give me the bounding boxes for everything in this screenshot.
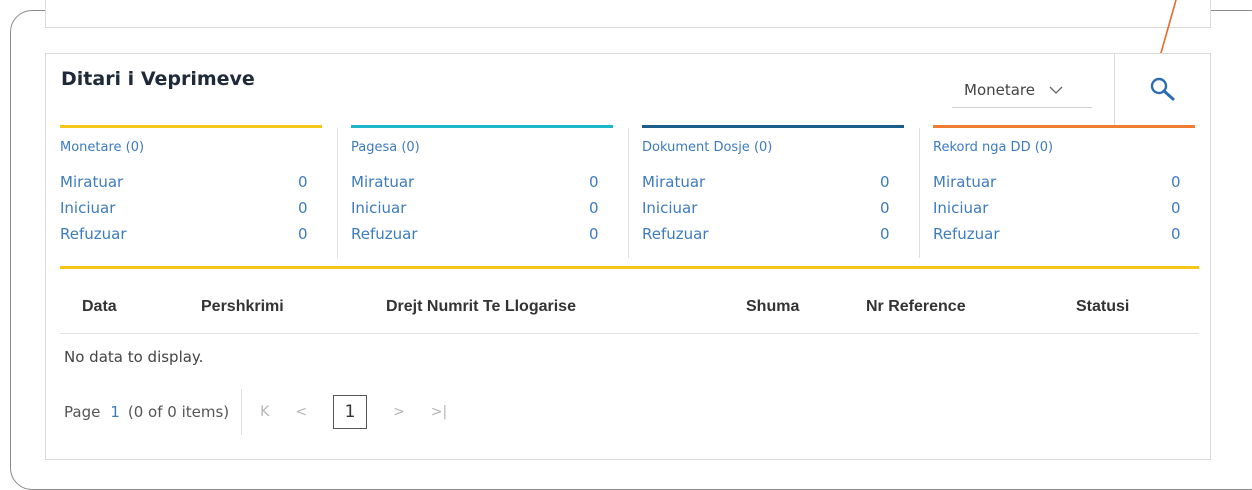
column-header-statusi[interactable]: Statusi	[1076, 298, 1129, 316]
summary-row-refuzuar[interactable]: Refuzuar 0	[642, 221, 904, 247]
page-label: Page	[64, 403, 101, 421]
column-header-pershkrimi[interactable]: Pershkrimi	[201, 298, 284, 316]
empty-table-message: No data to display.	[64, 348, 204, 366]
summary-row-refuzuar[interactable]: Refuzuar 0	[933, 221, 1195, 247]
next-page-icon[interactable]: >	[393, 404, 405, 420]
table-header-divider	[60, 333, 1199, 334]
row-label: Refuzuar	[60, 225, 127, 243]
toolbar-divider	[1114, 54, 1115, 125]
summary-bar	[351, 125, 613, 128]
column-divider	[919, 128, 920, 258]
upper-panel	[45, 0, 1211, 28]
items-summary: (0 of 0 items)	[127, 403, 230, 421]
row-label: Iniciuar	[933, 199, 989, 217]
row-label: Miratuar	[351, 173, 415, 191]
column-header-llogaria[interactable]: Drejt Numrit Te Llogarise	[386, 298, 576, 316]
summary-row-refuzuar[interactable]: Refuzuar 0	[351, 221, 613, 247]
column-header-data[interactable]: Data	[82, 298, 117, 316]
summary-row-iniciuar[interactable]: Iniciuar 0	[642, 195, 904, 221]
summary-row-miratuar[interactable]: Miratuar 0	[351, 169, 613, 195]
row-value: 0	[880, 199, 890, 217]
row-value: 0	[589, 199, 599, 217]
pager-divider	[241, 389, 243, 435]
row-value: 0	[1171, 225, 1181, 243]
search-icon[interactable]	[1148, 75, 1176, 103]
row-label: Iniciuar	[351, 199, 407, 217]
summary-header-link[interactable]: Pagesa (0)	[351, 140, 613, 155]
summary-row-iniciuar[interactable]: Iniciuar 0	[351, 195, 613, 221]
summary-monetare: Monetare (0) Miratuar 0 Iniciuar 0 Refuzua…	[60, 125, 322, 247]
row-label: Refuzuar	[933, 225, 1000, 243]
table-top-rule	[60, 266, 1199, 269]
summary-header-link[interactable]: Dokument Dosje (0)	[642, 140, 904, 155]
row-value: 0	[880, 173, 890, 191]
summary-header-link[interactable]: Monetare (0)	[60, 140, 322, 155]
column-divider	[337, 128, 338, 258]
last-page-icon[interactable]: >|	[431, 404, 447, 420]
row-value: 0	[298, 173, 308, 191]
summary-bar	[60, 125, 322, 128]
row-value: 0	[880, 225, 890, 243]
summary-row-refuzuar[interactable]: Refuzuar 0	[60, 221, 322, 247]
row-label: Refuzuar	[642, 225, 709, 243]
summary-rekord-dd: Rekord nga DD (0) Miratuar 0 Iniciuar 0 Re…	[933, 125, 1195, 247]
current-page-button[interactable]: 1	[333, 395, 368, 429]
row-label: Miratuar	[642, 173, 706, 191]
row-label: Miratuar	[933, 173, 997, 191]
summary-bar	[933, 125, 1195, 128]
row-label: Refuzuar	[351, 225, 418, 243]
row-value: 0	[589, 225, 599, 243]
type-filter-dropdown[interactable]: Monetare	[952, 72, 1092, 108]
row-label: Iniciuar	[60, 199, 116, 217]
prev-page-icon[interactable]: <	[295, 404, 307, 420]
summary-row-miratuar[interactable]: Miratuar 0	[933, 169, 1195, 195]
row-label: Iniciuar	[642, 199, 698, 217]
summary-pagesa: Pagesa (0) Miratuar 0 Iniciuar 0 Refuzuar 0	[351, 125, 613, 247]
panel-title: Ditari i Veprimeve	[61, 68, 255, 90]
column-header-nr-reference[interactable]: Nr Reference	[866, 298, 966, 316]
column-header-shuma[interactable]: Shuma	[746, 298, 799, 316]
summary-dokument-dosje: Dokument Dosje (0) Miratuar 0 Iniciuar 0 R…	[642, 125, 904, 247]
row-value: 0	[1171, 173, 1181, 191]
chevron-down-icon	[1049, 86, 1063, 94]
row-label: Miratuar	[60, 173, 124, 191]
type-filter-value: Monetare	[964, 80, 1035, 99]
summary-row-miratuar[interactable]: Miratuar 0	[60, 169, 322, 195]
summary-row-miratuar[interactable]: Miratuar 0	[642, 169, 904, 195]
summary-bar	[642, 125, 904, 128]
column-divider	[628, 128, 629, 258]
first-page-icon[interactable]: K	[260, 404, 269, 420]
row-value: 0	[298, 199, 308, 217]
summary-header-link[interactable]: Rekord nga DD (0)	[933, 140, 1195, 155]
row-value: 0	[1171, 199, 1181, 217]
pager: Page 1 (0 of 0 items) K < 1 > >|	[64, 389, 473, 435]
row-value: 0	[298, 225, 308, 243]
page-number: 1	[110, 403, 120, 421]
summary-row-iniciuar[interactable]: Iniciuar 0	[60, 195, 322, 221]
row-value: 0	[589, 173, 599, 191]
summary-row-iniciuar[interactable]: Iniciuar 0	[933, 195, 1195, 221]
